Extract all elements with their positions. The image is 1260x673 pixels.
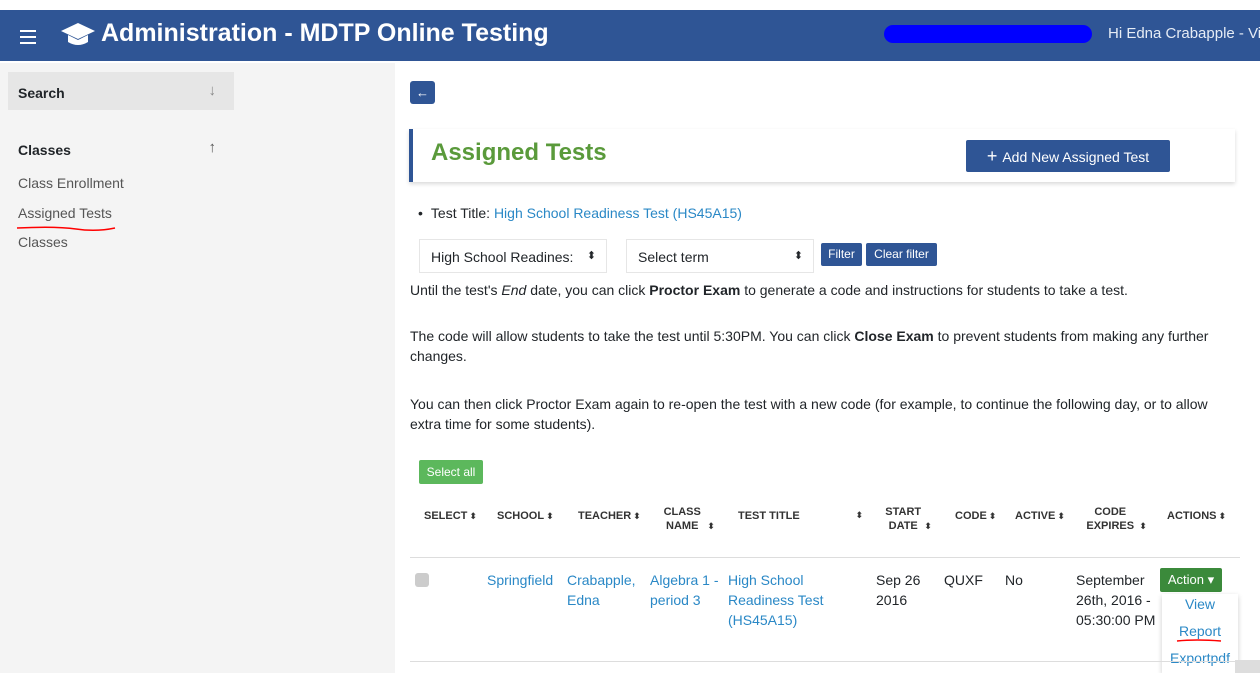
sort-icon: ⬍ (1218, 511, 1227, 521)
para2-text-a: The code will allow students to take the… (410, 328, 855, 344)
red-underline-annotation (1176, 639, 1222, 642)
test-filter-value: High School Readines: (431, 249, 574, 265)
user-greeting[interactable]: Hi Edna Crabapple - Vi (1108, 25, 1260, 42)
th-start-date[interactable]: START DATE ⬍ (882, 505, 934, 533)
select-all-button[interactable]: Select all (419, 460, 483, 484)
clear-filter-button[interactable]: Clear filter (866, 243, 937, 266)
sidebar-item-classes[interactable]: Classes (18, 234, 68, 250)
bullet-dot: • (418, 205, 423, 221)
term-select[interactable]: Select term ⬍ (626, 239, 814, 273)
sort-icon: ⬍ (1057, 511, 1065, 521)
page-header-card: Assigned Tests + Add New Assigned Test (409, 129, 1235, 182)
sort-icon: ⬍ (1139, 521, 1147, 531)
sort-icon: ⬍ (924, 521, 932, 531)
th-code-label: CODE (955, 510, 987, 522)
cell-active: No (1005, 572, 1023, 588)
sidebar-section-classes[interactable]: Classes ↑ (8, 129, 234, 167)
sort-icon: ⬍ (988, 511, 997, 521)
instruction-paragraph-2: The code will allow students to take the… (410, 326, 1230, 366)
th-class-name[interactable]: CLASS NAME ⬍ (656, 505, 718, 533)
back-button[interactable]: ← (410, 81, 435, 104)
filter-button[interactable]: Filter (821, 243, 862, 266)
th-select[interactable]: SELECT ⬍ (424, 510, 477, 522)
cell-class-name[interactable]: Algebra 1 - period 3 (650, 570, 722, 610)
cell-test-title[interactable]: High School Readiness Test (HS45A15) (728, 570, 848, 630)
th-active-label: ACTIVE (1015, 510, 1056, 522)
sidebar: Search ↓ Classes ↑ Class Enrollment Assi… (0, 63, 395, 673)
hamburger-menu-icon[interactable] (20, 30, 36, 44)
menu-item-view[interactable]: View (1162, 596, 1238, 612)
select-caret-icon: ⬍ (793, 250, 803, 262)
th-teacher[interactable]: TEACHER ⬍ (578, 510, 641, 522)
action-dropdown-button[interactable]: Action ▾ (1160, 568, 1222, 592)
cell-teacher[interactable]: Crabapple, Edna (567, 570, 643, 610)
redacted-block (884, 25, 1092, 43)
term-select-value: Select term (638, 249, 709, 265)
select-caret-icon: ⬍ (586, 250, 596, 262)
cell-start-date: Sep 26 2016 (876, 572, 921, 608)
sidebar-item-assigned-tests[interactable]: Assigned Tests (18, 205, 112, 221)
para1-text-c: to generate a code and instructions for … (740, 282, 1128, 298)
th-school-label: SCHOOL (497, 510, 545, 522)
table-header-divider (410, 557, 1240, 558)
menu-item-exportpdf[interactable]: Exportpdf (1162, 650, 1238, 666)
add-assigned-test-button[interactable]: + Add New Assigned Test (966, 140, 1170, 172)
sort-icon: ⬍ (633, 511, 641, 521)
th-test-title[interactable]: TEST TITLE ⬍ (738, 510, 863, 522)
sort-icon: ⬍ (707, 521, 715, 531)
th-class-name-label: CLASS NAME (663, 506, 701, 532)
sidebar-classes-label: Classes (18, 142, 71, 158)
top-bar: Administration - MDTP Online Testing Hi … (0, 0, 1260, 63)
table-row-divider (410, 661, 1240, 662)
th-actions[interactable]: ACTIONS ⬍ (1167, 510, 1226, 522)
menu-item-report[interactable]: Report (1162, 623, 1238, 639)
test-filter-select[interactable]: High School Readines: ⬍ (419, 239, 607, 273)
sidebar-section-search[interactable]: Search ↓ (8, 72, 234, 110)
instruction-paragraph-3: You can then click Proctor Exam again to… (410, 396, 1208, 432)
th-code-expires-label: CODE EXPIRES (1086, 506, 1135, 532)
arrow-up-icon: ↑ (208, 139, 217, 156)
red-underline-annotation (16, 226, 116, 232)
arrow-down-icon: ↓ (208, 82, 217, 99)
sidebar-item-class-enrollment[interactable]: Class Enrollment (18, 175, 124, 191)
scroll-area-edge (1235, 660, 1260, 673)
plus-icon: + (986, 146, 998, 166)
add-button-label: Add New Assigned Test (1002, 149, 1150, 165)
th-actions-label: ACTIONS (1167, 510, 1217, 522)
graduation-cap-icon (61, 23, 95, 45)
sidebar-search-label: Search (18, 85, 65, 101)
sort-icon: ⬍ (469, 511, 477, 521)
cell-code-expires: September 26th, 2016 - 05:30:00 PM (1076, 572, 1156, 628)
th-active[interactable]: ACTIVE ⬍ (1015, 510, 1065, 522)
cell-code: QUXF (944, 572, 983, 588)
test-title-label: Test Title: (430, 205, 491, 221)
test-title-bullet: • Test Title: High School Readiness Test … (418, 205, 742, 221)
instruction-paragraph-1: Until the test's End date, you can click… (410, 280, 1230, 300)
para1-text-a: Until the test's (410, 282, 502, 298)
th-code-expires[interactable]: CODE EXPIRES ⬍ (1080, 505, 1150, 533)
th-test-title-label: TEST TITLE (738, 510, 800, 522)
para2-strong: Close Exam (854, 328, 934, 344)
sort-icon: ⬍ (546, 511, 554, 521)
page-title: Assigned Tests (431, 139, 607, 166)
test-title-link[interactable]: High School Readiness Test (HS45A15) (494, 205, 742, 221)
th-teacher-label: TEACHER (578, 510, 632, 522)
para1-emphasis: End (501, 282, 527, 298)
cell-school[interactable]: Springfield (487, 570, 553, 590)
para1-strong: Proctor Exam (649, 282, 741, 298)
th-school[interactable]: SCHOOL ⬍ (497, 510, 554, 522)
th-start-date-label: START DATE (885, 506, 922, 532)
th-code[interactable]: CODE ⬍ (955, 510, 996, 522)
app-title: Administration - MDTP Online Testing (101, 19, 549, 47)
sort-icon: ⬍ (855, 510, 863, 520)
row-select-checkbox[interactable] (415, 573, 429, 587)
th-select-label: SELECT (424, 510, 468, 522)
para1-text-b: date, you can click (526, 282, 650, 298)
